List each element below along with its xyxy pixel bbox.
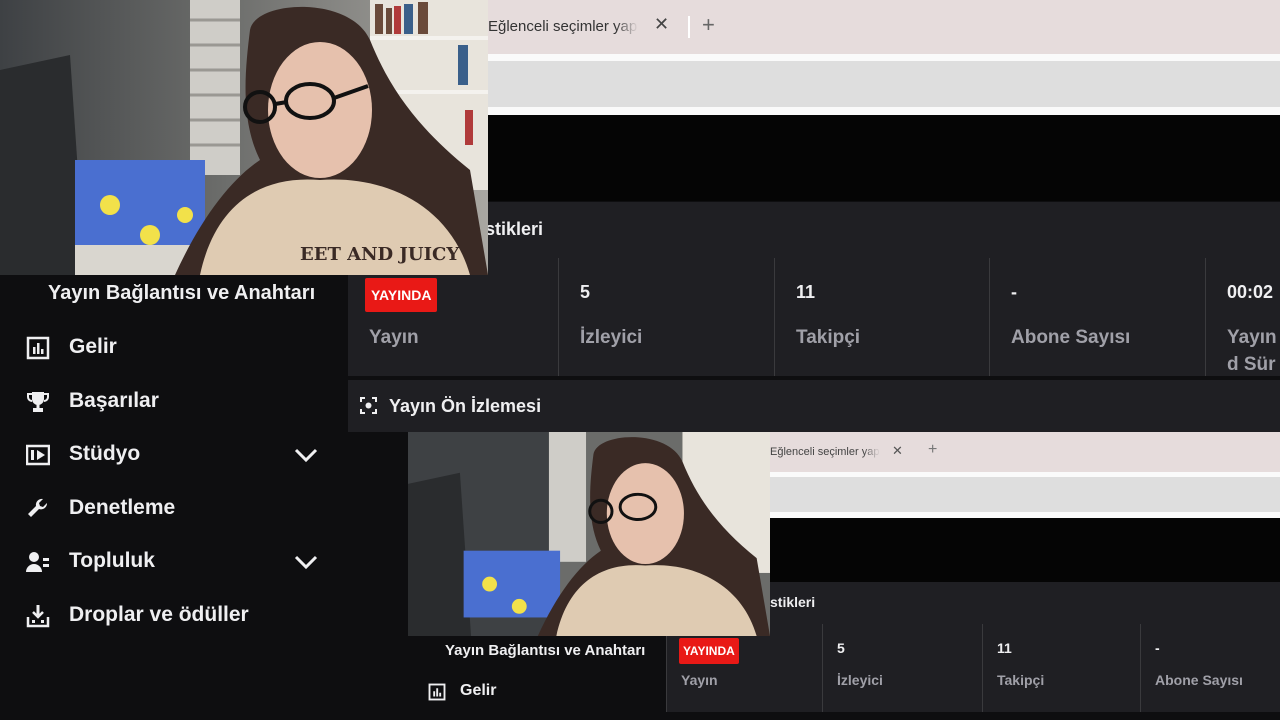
sidebar-item-drops[interactable]: Droplar ve ödüller [0, 594, 344, 638]
sidebar-item-label: Topluluk [69, 549, 155, 572]
stats-title: stikleri [485, 219, 544, 239]
webcam-overlay: EET AND JUICY [0, 0, 488, 275]
sidebar-item-revenue[interactable]: Gelir [0, 326, 344, 370]
nested-stats-title: stikleri [770, 594, 816, 610]
stat-label: Yayın [369, 327, 419, 348]
tab-close-icon[interactable]: ✕ [654, 14, 669, 35]
stat-value: 00:02 [1227, 282, 1274, 302]
stat-label: Yayınd Süre [1227, 327, 1277, 375]
nested-tab-close-icon: ✕ [892, 443, 903, 458]
nested-sidebar: Yayın Bağlantısı ve Anahtarı Gelir [408, 635, 666, 720]
nested-stat-label: Yayın [681, 672, 718, 688]
nested-live-badge: YAYINDA [679, 638, 739, 664]
tab-title[interactable]: Eğlenceli seçimler yap [488, 18, 638, 35]
stat-value: 5 [580, 282, 591, 302]
trophy-icon [27, 392, 49, 412]
stat-label: Takipçi [796, 327, 861, 348]
nested-stat-value: 5 [837, 640, 845, 656]
svg-text:EET AND JUICY: EET AND JUICY [300, 244, 460, 265]
stat-duration: 00:02 Yayınd Süre [1205, 258, 1280, 376]
stat-followers: 11 Takipçi [774, 258, 989, 376]
stat-live: YAYINDA Yayın [348, 258, 558, 376]
new-tab-button[interactable]: + [702, 12, 715, 38]
nested-stat-label: Takipçi [997, 672, 1045, 688]
nested-sidebar-item-label: Gelir [460, 682, 497, 699]
nested-new-tab-icon: + [928, 441, 938, 458]
nested-webcam-image [408, 432, 770, 636]
studio-icon [26, 444, 50, 466]
nested-stat-label: İzleyici [837, 672, 883, 688]
tab-separator [688, 16, 690, 38]
sidebar-item-label: Gelir [69, 335, 117, 358]
nested-stat-viewers: 5 İzleyici [822, 624, 982, 712]
community-icon [26, 552, 49, 572]
preview-title: Yayın Ön İzlemesi [389, 396, 542, 416]
chevron-down-icon[interactable] [294, 445, 318, 465]
stat-subscribers: - Abone Sayısı [989, 258, 1205, 376]
stream-preview-header: Yayın Ön İzlemesi [348, 380, 1280, 432]
stat-value: 11 [796, 282, 816, 302]
nested-stat-followers: 11 Takipçi [982, 624, 1140, 712]
stat-label: İzleyici [580, 327, 643, 348]
nested-webcam-overlay [408, 432, 770, 636]
nested-sidebar-heading: Yayın Bağlantısı ve Anahtarı [445, 642, 646, 659]
stat-label: Abone Sayısı [1011, 327, 1131, 348]
nested-stat-live: YAYINDA Yayın [666, 624, 822, 712]
nested-sidebar-item-revenue: Gelir [408, 675, 666, 709]
nested-stat-value: - [1155, 640, 1160, 656]
sidebar-item-achievements[interactable]: Başarılar [0, 380, 344, 424]
stat-value: - [1011, 282, 1017, 302]
webcam-feed-image: EET AND JUICY [0, 0, 488, 275]
nested-tab-title: Eğlenceli seçimler yap [770, 446, 880, 458]
sidebar-item-community[interactable]: Topluluk [0, 540, 344, 584]
preview-icon [360, 397, 377, 414]
sidebar-item-label: Denetleme [69, 496, 176, 519]
sidebar-item-stream-key[interactable]: Yayın Bağlantısı ve Anahtarı [48, 282, 315, 305]
drops-icon [26, 605, 50, 628]
nested-screen-capture: Eğlenceli seçimler yap ✕ + stikleri YAYI… [408, 432, 1280, 720]
nested-stat-label: Abone Sayısı [1155, 672, 1243, 688]
wrench-icon [28, 498, 48, 517]
bar-chart-icon [428, 683, 446, 701]
chevron-down-icon[interactable] [294, 552, 318, 572]
sidebar-item-label: Droplar ve ödüller [69, 603, 249, 626]
bar-chart-icon [26, 336, 50, 360]
nested-stat-subscribers: - Abone Sayısı [1140, 624, 1280, 712]
creator-sidebar: Yayın Bağlantısı ve Anahtarı Gelir Başar… [0, 274, 344, 720]
sidebar-item-studio[interactable]: Stüdyo [0, 433, 344, 477]
live-badge: YAYINDA [365, 278, 438, 312]
stats-row: YAYINDA Yayın 5 İzleyici 11 Takipçi - Ab… [348, 258, 1280, 376]
sidebar-item-label: Başarılar [69, 389, 159, 412]
nested-stat-value: 11 [997, 640, 1012, 656]
stat-viewers: 5 İzleyici [558, 258, 774, 376]
sidebar-item-moderation[interactable]: Denetleme [0, 487, 344, 531]
sidebar-item-label: Stüdyo [69, 442, 141, 465]
